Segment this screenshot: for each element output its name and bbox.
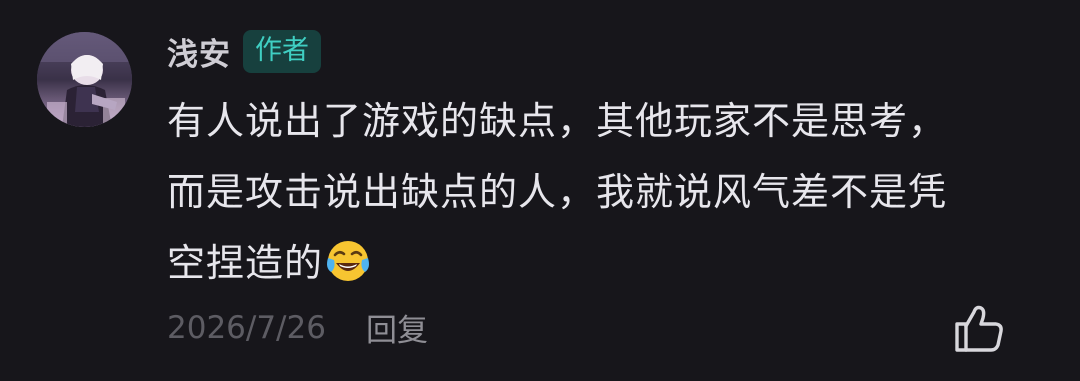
thumbs-up-icon xyxy=(951,305,1007,360)
username[interactable]: 浅安 xyxy=(167,29,231,74)
comment-header: 浅安 作者 xyxy=(167,28,321,74)
comment-date: 2026/7/26 xyxy=(167,309,326,346)
comment-meta: 2026/7/26 回复 xyxy=(167,305,428,350)
comment-text: 有人说出了游戏的缺点，其他玩家不是思考， 而是攻击说出缺点的人，我就说风气差不是… xyxy=(167,86,1027,299)
comment-text-line: 有人说出了游戏的缺点，其他玩家不是思考， xyxy=(167,99,948,143)
comment-text-line: 而是攻击说出缺点的人，我就说风气差不是凭 xyxy=(167,170,948,214)
comment-text-line-last: 空捏造的 xyxy=(167,228,1027,299)
comment-text-fragment: 空捏造的 xyxy=(167,241,324,285)
face-with-tears-of-joy-icon xyxy=(325,236,371,282)
comment-item: 浅安 作者 有人说出了游戏的缺点，其他玩家不是思考， 而是攻击说出缺点的人，我就… xyxy=(0,0,1080,381)
reply-button[interactable]: 回复 xyxy=(366,305,428,350)
like-button[interactable] xyxy=(951,300,1007,356)
avatar[interactable] xyxy=(37,32,132,127)
author-badge: 作者 xyxy=(243,29,321,73)
